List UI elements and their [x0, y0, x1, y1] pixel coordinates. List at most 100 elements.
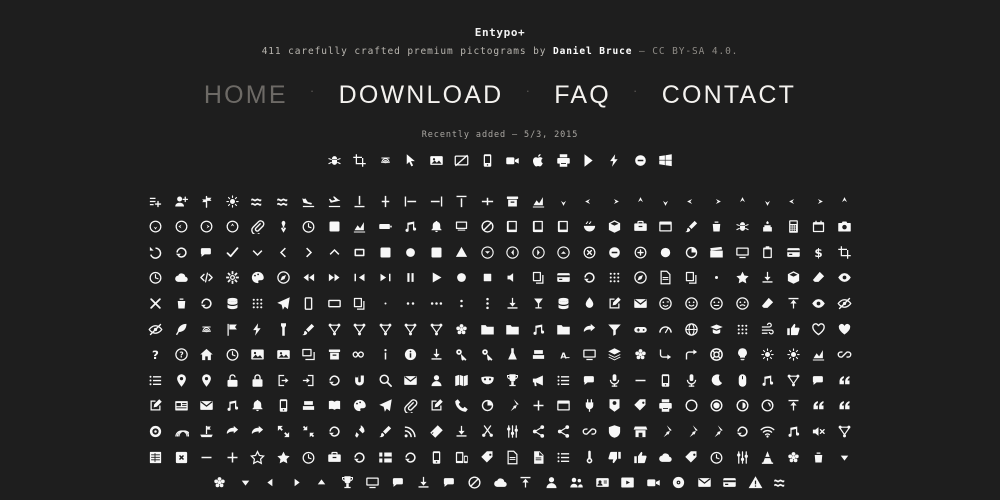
- documents-stack-icon[interactable]: [347, 291, 373, 317]
- folder-images-icon[interactable]: [500, 316, 526, 342]
- circle-right-icon[interactable]: [194, 214, 220, 240]
- fingerprint-icon[interactable]: [373, 149, 399, 171]
- code-icon[interactable]: [194, 265, 220, 291]
- triangle-right-icon[interactable]: [283, 470, 309, 496]
- eye-icon[interactable]: [832, 265, 858, 291]
- medal-icon[interactable]: [500, 368, 526, 394]
- emoji-happy-icon[interactable]: [679, 291, 705, 317]
- download-tray-icon[interactable]: [500, 291, 526, 317]
- share-alternative-icon[interactable]: [526, 419, 552, 445]
- squared-cross-icon[interactable]: [169, 444, 195, 470]
- heart-icon[interactable]: [832, 316, 858, 342]
- browser-icon[interactable]: [653, 214, 679, 240]
- controller-fast-backward-icon[interactable]: [296, 265, 322, 291]
- newsletter-icon[interactable]: [194, 393, 220, 419]
- switch-icon[interactable]: [398, 444, 424, 470]
- new-icon[interactable]: [143, 393, 169, 419]
- star-outlined-icon[interactable]: [245, 444, 271, 470]
- circle-minus-icon[interactable]: [602, 240, 628, 266]
- flow-parallel-icon[interactable]: [398, 316, 424, 342]
- blackboard-icon[interactable]: [449, 214, 475, 240]
- palette-icon[interactable]: [347, 393, 373, 419]
- shareable-icon[interactable]: [577, 419, 603, 445]
- attachment-icon[interactable]: [245, 214, 271, 240]
- edit-icon[interactable]: [602, 291, 628, 317]
- chevron-left-icon[interactable]: [271, 240, 297, 266]
- print-icon[interactable]: [653, 393, 679, 419]
- classic-computer-icon[interactable]: [730, 240, 756, 266]
- chat-icon[interactable]: [194, 240, 220, 266]
- paperclip-icon[interactable]: [398, 393, 424, 419]
- spreadsheet-icon[interactable]: [143, 444, 169, 470]
- align-bottom-icon[interactable]: [347, 188, 373, 214]
- wallet-icon[interactable]: [717, 470, 743, 496]
- minus-icon[interactable]: [628, 368, 654, 394]
- info-icon[interactable]: [373, 342, 399, 368]
- check-icon[interactable]: [220, 240, 246, 266]
- chevron-right-icon[interactable]: [296, 240, 322, 266]
- dots-two-vertical-icon[interactable]: [449, 291, 475, 317]
- language-icon[interactable]: A: [551, 342, 577, 368]
- trash-can-icon[interactable]: [806, 444, 832, 470]
- tablet-icon[interactable]: [424, 444, 450, 470]
- sound-mix-icon[interactable]: [500, 419, 526, 445]
- thumbs-up-icon[interactable]: [628, 444, 654, 470]
- line-graph-icon[interactable]: [806, 342, 832, 368]
- cake-icon[interactable]: [755, 214, 781, 240]
- calendar-icon[interactable]: [806, 214, 832, 240]
- circle-down-icon[interactable]: [143, 214, 169, 240]
- chevron-circle-down-icon[interactable]: [475, 240, 501, 266]
- shopping-cart-icon[interactable]: [704, 419, 730, 445]
- lifebuoy-icon[interactable]: [704, 342, 730, 368]
- chevron-down-icon[interactable]: [245, 240, 271, 266]
- dots-three-horizontal-icon[interactable]: [424, 291, 450, 317]
- flow-line-icon[interactable]: [373, 316, 399, 342]
- text-document-inverted-icon[interactable]: [526, 444, 552, 470]
- arrow-bold-right-icon[interactable]: [602, 188, 628, 214]
- awareness-ribbon-icon[interactable]: [271, 214, 297, 240]
- lock-icon[interactable]: [245, 368, 271, 394]
- menu-icon[interactable]: [551, 368, 577, 394]
- bell-icon[interactable]: [424, 214, 450, 240]
- nav-item-faq[interactable]: FAQ: [554, 80, 611, 110]
- news-icon[interactable]: [169, 393, 195, 419]
- image-inverted-icon[interactable]: [271, 342, 297, 368]
- flight-takeoff-icon[interactable]: [322, 188, 348, 214]
- light-bulb-icon[interactable]: [730, 342, 756, 368]
- list-icon[interactable]: [143, 368, 169, 394]
- bucket-icon[interactable]: [704, 214, 730, 240]
- block-icon[interactable]: [475, 214, 501, 240]
- raft-icon[interactable]: [194, 419, 220, 445]
- battery-icon[interactable]: [373, 214, 399, 240]
- arrow-long-right-icon[interactable]: [806, 188, 832, 214]
- controller-next-icon[interactable]: [373, 265, 399, 291]
- moon-icon[interactable]: [704, 368, 730, 394]
- paper-plane-2-icon[interactable]: [373, 393, 399, 419]
- bar-graph-icon[interactable]: [347, 214, 373, 240]
- controller-volume-icon[interactable]: [500, 265, 526, 291]
- upload-to-cloud-icon[interactable]: [487, 470, 513, 496]
- video-camera-icon[interactable]: [640, 470, 666, 496]
- modern-mic-icon[interactable]: [679, 368, 705, 394]
- crop-icon[interactable]: [832, 240, 858, 266]
- clipboard-icon[interactable]: [755, 240, 781, 266]
- tag-icon[interactable]: [475, 444, 501, 470]
- shopping-bag-icon[interactable]: [653, 419, 679, 445]
- triangle-down-icon[interactable]: [832, 444, 858, 470]
- price-ribbon-icon[interactable]: [602, 393, 628, 419]
- flower-icon[interactable]: [449, 316, 475, 342]
- back-in-time-icon[interactable]: [296, 214, 322, 240]
- crop-icon[interactable]: [347, 149, 373, 171]
- rectangle-landscape-icon[interactable]: [322, 291, 348, 317]
- infinity-icon[interactable]: [347, 342, 373, 368]
- rss-icon[interactable]: [398, 419, 424, 445]
- folder-music-icon[interactable]: [526, 316, 552, 342]
- clock-icon[interactable]: [143, 265, 169, 291]
- drink-icon[interactable]: [526, 291, 552, 317]
- user-icon[interactable]: [538, 470, 564, 496]
- controller-record-icon[interactable]: [449, 265, 475, 291]
- archive-icon[interactable]: [500, 188, 526, 214]
- magnifying-glass-icon[interactable]: [373, 368, 399, 394]
- install-icon[interactable]: [424, 342, 450, 368]
- round-brush-icon[interactable]: [373, 419, 399, 445]
